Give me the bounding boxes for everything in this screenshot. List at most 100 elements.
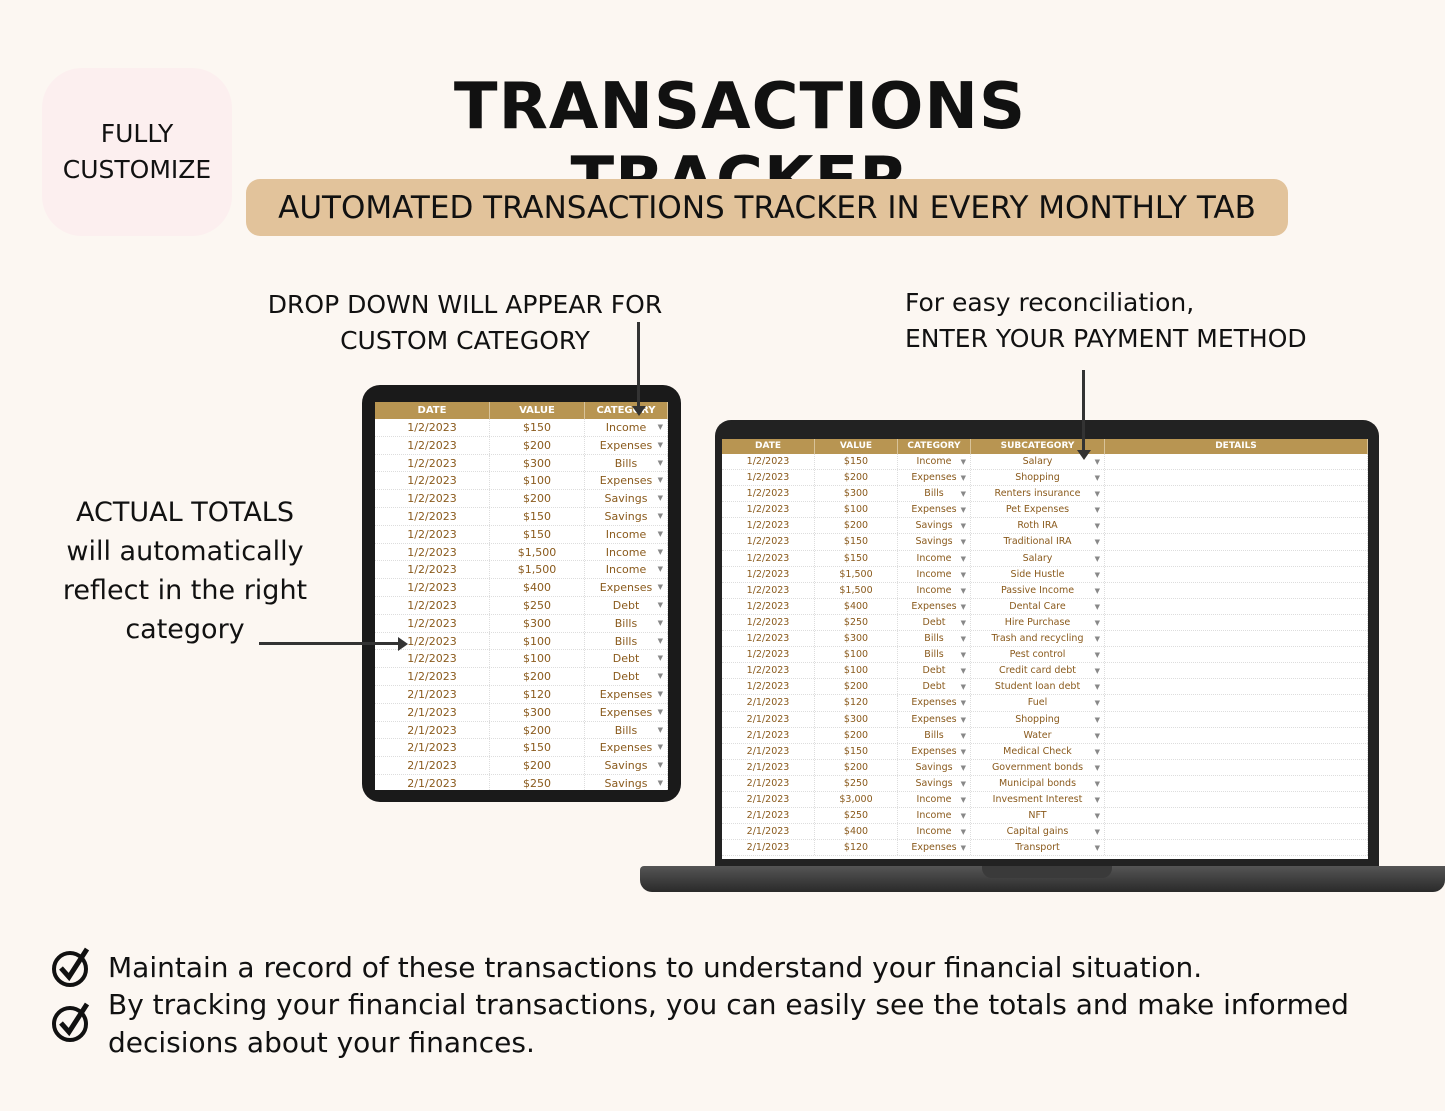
caret-down-icon[interactable]: ▼ — [961, 792, 966, 807]
caret-down-icon[interactable]: ▼ — [1095, 470, 1100, 485]
caret-down-icon[interactable]: ▼ — [961, 776, 966, 791]
caret-down-icon[interactable]: ▼ — [658, 739, 663, 756]
caret-down-icon[interactable]: ▼ — [961, 760, 966, 775]
subcategory-dropdown[interactable]: Municipal bonds ▼ — [971, 775, 1105, 791]
subcategory-dropdown[interactable]: Shopping ▼ — [971, 711, 1105, 727]
caret-down-icon[interactable]: ▼ — [658, 686, 663, 703]
caret-down-icon[interactable]: ▼ — [658, 561, 663, 578]
caret-down-icon[interactable]: ▼ — [1095, 695, 1100, 710]
category-dropdown[interactable]: Income ▼ — [898, 454, 971, 470]
category-dropdown[interactable]: Expenses ▼ — [585, 685, 668, 703]
subcategory-dropdown[interactable]: Salary ▼ — [971, 550, 1105, 566]
subcategory-dropdown[interactable]: Transport ▼ — [971, 840, 1105, 856]
category-dropdown[interactable]: Income ▼ — [898, 791, 971, 808]
subcategory-dropdown[interactable]: Passive Income ▼ — [971, 582, 1105, 598]
caret-down-icon[interactable]: ▼ — [1095, 647, 1100, 662]
caret-down-icon[interactable]: ▼ — [658, 490, 663, 507]
caret-down-icon[interactable]: ▼ — [961, 647, 966, 662]
caret-down-icon[interactable]: ▼ — [961, 534, 966, 549]
category-dropdown[interactable]: Debt ▼ — [585, 668, 668, 685]
caret-down-icon[interactable]: ▼ — [658, 437, 663, 454]
caret-down-icon[interactable]: ▼ — [1095, 776, 1100, 791]
category-dropdown[interactable]: Debt ▼ — [898, 614, 971, 631]
subcategory-dropdown[interactable]: Credit card debt ▼ — [971, 663, 1105, 679]
category-dropdown[interactable]: Income ▼ — [898, 566, 971, 582]
caret-down-icon[interactable]: ▼ — [961, 454, 966, 469]
caret-down-icon[interactable]: ▼ — [961, 679, 966, 694]
category-dropdown[interactable]: Bills ▼ — [585, 721, 668, 739]
caret-down-icon[interactable]: ▼ — [1095, 534, 1100, 549]
subcategory-dropdown[interactable]: Invesment Interest ▼ — [971, 791, 1105, 808]
subcategory-dropdown[interactable]: Renters insurance ▼ — [971, 486, 1105, 502]
caret-down-icon[interactable]: ▼ — [961, 663, 966, 678]
subcategory-dropdown[interactable]: Government bonds ▼ — [971, 759, 1105, 775]
category-dropdown[interactable]: Expenses ▼ — [898, 743, 971, 759]
subcategory-dropdown[interactable]: Hire Purchase ▼ — [971, 614, 1105, 631]
category-dropdown[interactable]: Expenses ▼ — [898, 598, 971, 614]
caret-down-icon[interactable]: ▼ — [1095, 744, 1100, 759]
category-dropdown[interactable]: Expenses ▼ — [585, 472, 668, 490]
subcategory-dropdown[interactable]: Traditional IRA ▼ — [971, 534, 1105, 550]
caret-down-icon[interactable]: ▼ — [961, 567, 966, 582]
subcategory-dropdown[interactable]: Roth IRA ▼ — [971, 518, 1105, 534]
category-dropdown[interactable]: Bills ▼ — [585, 614, 668, 632]
category-dropdown[interactable]: Income ▼ — [585, 525, 668, 543]
category-dropdown[interactable]: Expenses ▼ — [585, 703, 668, 721]
subcategory-dropdown[interactable]: Fuel ▼ — [971, 695, 1105, 711]
caret-down-icon[interactable]: ▼ — [961, 470, 966, 485]
subcategory-dropdown[interactable]: Pet Expenses ▼ — [971, 502, 1105, 518]
category-dropdown[interactable]: Income ▼ — [585, 561, 668, 579]
caret-down-icon[interactable]: ▼ — [961, 583, 966, 598]
category-dropdown[interactable]: Income ▼ — [898, 550, 971, 566]
category-dropdown[interactable]: Expenses ▼ — [898, 695, 971, 711]
caret-down-icon[interactable]: ▼ — [658, 455, 663, 472]
caret-down-icon[interactable]: ▼ — [658, 419, 663, 436]
category-dropdown[interactable]: Expenses ▼ — [585, 436, 668, 454]
subcategory-dropdown[interactable]: Student loan debt ▼ — [971, 679, 1105, 695]
caret-down-icon[interactable]: ▼ — [1095, 728, 1100, 743]
caret-down-icon[interactable]: ▼ — [1095, 679, 1100, 694]
category-dropdown[interactable]: Expenses ▼ — [898, 840, 971, 856]
category-dropdown[interactable]: Debt ▼ — [585, 650, 668, 668]
caret-down-icon[interactable]: ▼ — [961, 808, 966, 823]
category-dropdown[interactable]: Debt ▼ — [585, 596, 668, 614]
subcategory-dropdown[interactable]: Medical Check ▼ — [971, 743, 1105, 759]
caret-down-icon[interactable]: ▼ — [658, 508, 663, 525]
caret-down-icon[interactable]: ▼ — [961, 502, 966, 517]
caret-down-icon[interactable]: ▼ — [658, 668, 663, 685]
caret-down-icon[interactable]: ▼ — [1095, 792, 1100, 807]
subcategory-dropdown[interactable]: Side Hustle ▼ — [971, 566, 1105, 582]
category-dropdown[interactable]: Savings ▼ — [585, 757, 668, 774]
caret-down-icon[interactable]: ▼ — [658, 597, 663, 614]
subcategory-dropdown[interactable]: Shopping ▼ — [971, 470, 1105, 486]
category-dropdown[interactable]: Expenses ▼ — [585, 579, 668, 596]
category-dropdown[interactable]: Income ▼ — [585, 543, 668, 561]
category-dropdown[interactable]: Savings ▼ — [898, 534, 971, 550]
subcategory-dropdown[interactable]: Water ▼ — [971, 727, 1105, 743]
caret-down-icon[interactable]: ▼ — [961, 631, 966, 646]
category-dropdown[interactable]: Savings ▼ — [898, 759, 971, 775]
caret-down-icon[interactable]: ▼ — [1095, 631, 1100, 646]
caret-down-icon[interactable]: ▼ — [658, 650, 663, 667]
caret-down-icon[interactable]: ▼ — [658, 722, 663, 739]
category-dropdown[interactable]: Savings ▼ — [585, 490, 668, 507]
caret-down-icon[interactable]: ▼ — [1095, 615, 1100, 630]
category-dropdown[interactable]: Bills ▼ — [898, 727, 971, 743]
caret-down-icon[interactable]: ▼ — [658, 704, 663, 721]
category-dropdown[interactable]: Income ▼ — [898, 808, 971, 824]
caret-down-icon[interactable]: ▼ — [658, 757, 663, 774]
category-dropdown[interactable]: Bills ▼ — [898, 631, 971, 647]
caret-down-icon[interactable]: ▼ — [1095, 760, 1100, 775]
caret-down-icon[interactable]: ▼ — [1095, 454, 1100, 469]
subcategory-dropdown[interactable]: Capital gains ▼ — [971, 824, 1105, 840]
caret-down-icon[interactable]: ▼ — [1095, 502, 1100, 517]
caret-down-icon[interactable]: ▼ — [1095, 518, 1100, 533]
caret-down-icon[interactable]: ▼ — [1095, 663, 1100, 678]
category-dropdown[interactable]: Savings ▼ — [585, 774, 668, 790]
category-dropdown[interactable]: Bills ▼ — [898, 647, 971, 663]
category-dropdown[interactable]: Bills ▼ — [898, 486, 971, 502]
category-dropdown[interactable]: Debt ▼ — [898, 679, 971, 695]
category-dropdown[interactable]: Expenses ▼ — [898, 711, 971, 727]
category-dropdown[interactable]: Bills ▼ — [585, 454, 668, 472]
caret-down-icon[interactable]: ▼ — [658, 775, 663, 790]
